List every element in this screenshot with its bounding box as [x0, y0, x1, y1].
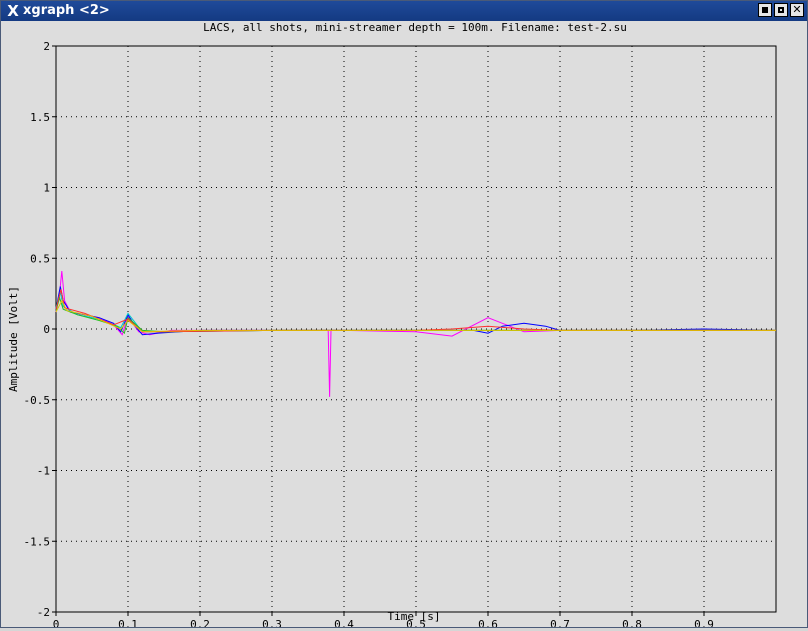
minimize-button[interactable] — [758, 3, 772, 17]
y-axis-label: Amplitude [Volt] — [7, 286, 20, 392]
x-tick-label: 0.2 — [190, 618, 210, 627]
y-tick-label: 0.5 — [30, 252, 50, 265]
x-tick-label: 0.7 — [550, 618, 570, 627]
y-tick-label: -0.5 — [24, 394, 51, 407]
x-tick-label: 0 — [53, 618, 60, 627]
series-line-2 — [55, 286, 777, 336]
x-logo-icon: X — [7, 2, 19, 20]
y-tick-label: 1 — [43, 182, 50, 195]
series-line-4 — [55, 296, 776, 335]
plot-area: LACS, all shots, mini-streamer depth = 1… — [1, 21, 807, 631]
x-tick-label: 0.6 — [478, 618, 498, 627]
axis-ticks: 0 0.1 0.2 0.3 0.4 0.5 0.6 0.7 0.8 0.921.510.50-0.… — [24, 40, 714, 631]
x-tick-label: 0.3 — [262, 618, 282, 627]
series-layer — [55, 270, 777, 397]
maximize-icon — [778, 7, 784, 13]
y-tick-label: 2 — [43, 40, 50, 53]
x-tick-label: 0.1 — [118, 618, 138, 627]
y-tick-label: 1.5 — [30, 111, 50, 124]
series-line-1 — [55, 270, 776, 397]
series-line-5 — [55, 289, 776, 333]
y-tick-label: 0 — [43, 323, 50, 336]
y-tick-label: -1.5 — [24, 535, 51, 548]
chart-title: LACS, all shots, mini-streamer depth = 1… — [203, 21, 627, 34]
maximize-button[interactable] — [774, 3, 788, 17]
close-button[interactable]: ✕ — [790, 3, 804, 17]
x-axis-label: Time [s] — [388, 610, 441, 623]
x-tick-label: 0.4 — [334, 618, 354, 627]
minimize-icon — [762, 7, 768, 13]
xgraph-window: X xgraph <2> ✕ LACS, all shots, mini-str… — [0, 0, 808, 631]
chart-svg: LACS, all shots, mini-streamer depth = 1… — [7, 21, 777, 631]
window-title: xgraph <2> — [23, 3, 110, 18]
close-icon: ✕ — [792, 3, 802, 16]
x-tick-label: 0.9 — [694, 618, 714, 627]
title-bar[interactable]: X xgraph <2> ✕ — [1, 1, 807, 21]
x-tick-label: 0.8 — [622, 618, 642, 627]
y-tick-label: -1 — [37, 465, 50, 478]
y-tick-label: -2 — [37, 606, 50, 619]
grid-lines — [56, 46, 776, 612]
